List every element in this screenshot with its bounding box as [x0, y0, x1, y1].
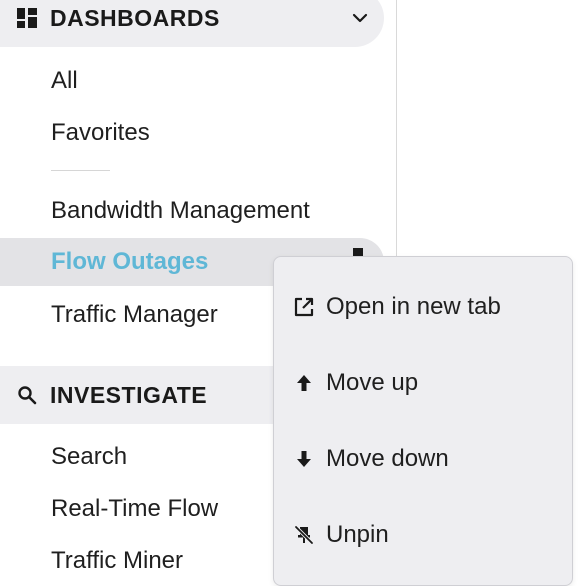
menu-item-label: Move down — [326, 445, 449, 472]
arrow-down-icon — [292, 447, 316, 471]
section-title-investigate: INVESTIGATE — [50, 381, 208, 408]
menu-item-open-in-new-tab[interactable]: Open in new tab — [274, 281, 572, 333]
context-menu: Open in new tab Move up Move down Unpin — [273, 256, 573, 586]
sidebar-item-search[interactable]: Search — [51, 442, 127, 472]
search-icon — [16, 384, 38, 406]
sidebar-item-traffic-miner[interactable]: Traffic Miner — [51, 546, 183, 576]
section-header-dashboards[interactable]: DASHBOARDS — [0, 0, 384, 47]
menu-item-label: Move up — [326, 369, 419, 396]
open-external-icon — [292, 295, 316, 319]
sidebar-item-bandwidth-management[interactable]: Bandwidth Management — [51, 196, 310, 226]
menu-item-move-down[interactable]: Move down — [274, 433, 572, 485]
arrow-up-icon — [292, 371, 316, 395]
menu-item-label: Unpin — [326, 521, 389, 548]
chevron-down-icon[interactable] — [349, 7, 371, 29]
menu-item-unpin[interactable]: Unpin — [274, 509, 572, 561]
sidebar-item-real-time-flow[interactable]: Real-Time Flow — [51, 494, 218, 524]
grid-icon — [16, 7, 38, 29]
divider — [51, 170, 110, 171]
menu-item-label: Open in new tab — [326, 293, 501, 320]
section-title-dashboards: DASHBOARDS — [50, 4, 220, 31]
sidebar-item-label: Flow Outages — [51, 248, 209, 275]
sidebar-item-traffic-manager[interactable]: Traffic Manager — [51, 300, 218, 330]
sidebar-item-all[interactable]: All — [51, 66, 78, 96]
sidebar-item-favorites[interactable]: Favorites — [51, 118, 150, 148]
menu-item-move-up[interactable]: Move up — [274, 357, 572, 409]
unpin-icon — [292, 523, 316, 547]
